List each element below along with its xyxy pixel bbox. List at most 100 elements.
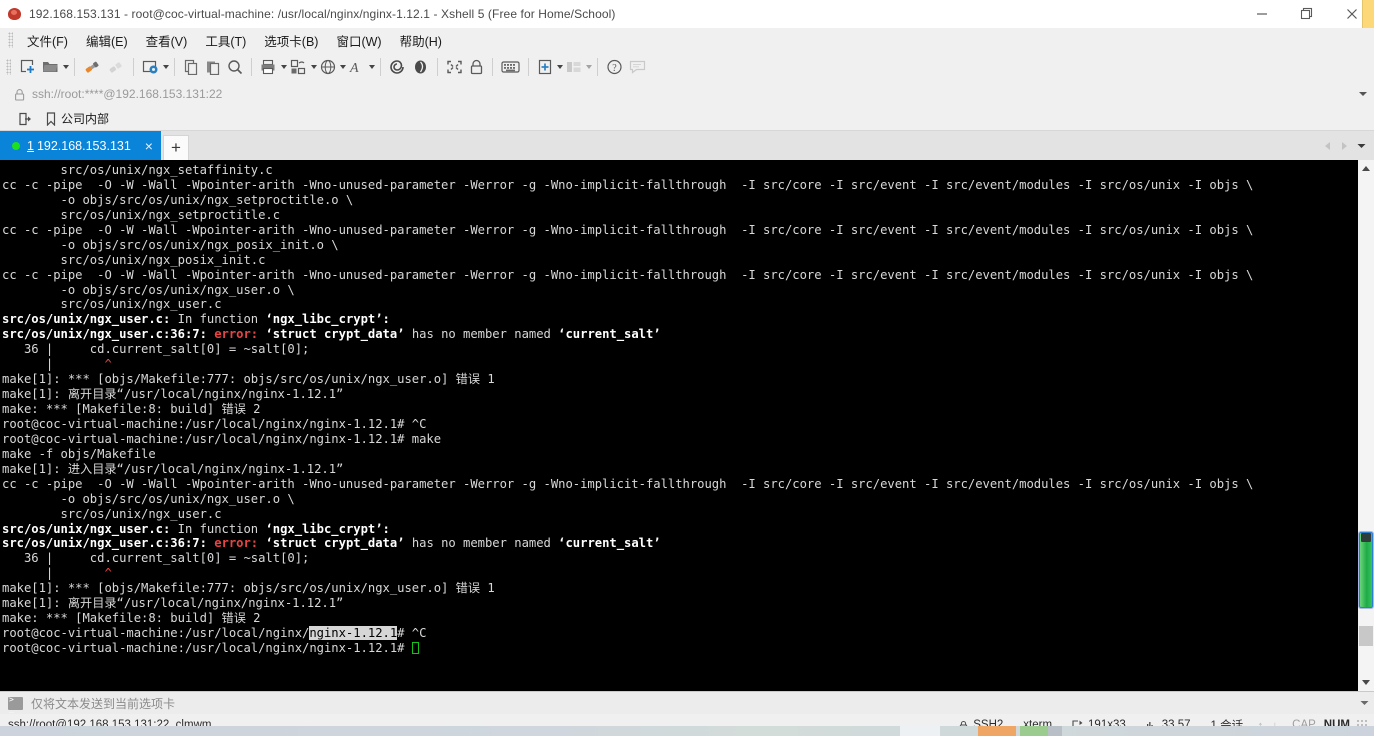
terminal-text: cc -c -pipe -O -W -Wall -Wpointer-arith … xyxy=(2,177,1254,192)
terminal-line: | ^ xyxy=(2,357,1357,372)
send-target-label[interactable]: 仅将文本发送到当前选项卡 xyxy=(31,695,175,712)
toolbar-drag-grip[interactable] xyxy=(6,58,11,75)
scrollbar-thumb[interactable] xyxy=(1359,532,1373,608)
address-value: ssh://root:****@192.168.153.131:22 xyxy=(32,87,223,101)
terminal-line: make[1]: 离开目录“/usr/local/nginx/nginx-1.1… xyxy=(2,596,1357,611)
toolbar-separator xyxy=(437,57,438,76)
terminal-text: src/os/unix/ngx_user.c: xyxy=(2,312,171,327)
scrollbar-marker xyxy=(1359,626,1373,646)
lock-icon xyxy=(14,88,25,101)
lock-icon[interactable] xyxy=(466,55,487,79)
arrange-icon xyxy=(563,55,585,79)
terminal-text: src/os/unix/ngx_user.c:36:7: xyxy=(2,536,215,551)
terminal-text: cc -c -pipe -O -W -Wall -Wpointer-arith … xyxy=(2,267,1254,282)
taskbar-item-orange xyxy=(978,726,1016,736)
log-icon[interactable] xyxy=(386,55,409,79)
menu-edit[interactable]: 编辑(E) xyxy=(77,28,137,53)
terminal-output[interactable]: src/os/unix/ngx_setaffinity.c cc -c -pipe… xyxy=(0,160,1357,691)
terminal-cursor xyxy=(411,642,420,654)
terminal-text: make -f objs/Makefile xyxy=(2,446,156,461)
font-dropdown-icon[interactable] xyxy=(368,55,375,79)
scrollbar-track[interactable] xyxy=(1358,177,1374,674)
terminal-text: make[1]: *** [objs/Makefile:777: objs/sr… xyxy=(2,372,495,387)
session-properties-dropdown-icon[interactable] xyxy=(162,55,169,79)
maximize-restore-button[interactable] xyxy=(1284,0,1329,28)
terminal-text: 36 | cd.current_salt[0] = ~salt[0]; xyxy=(2,551,310,566)
terminal-line: make[1]: 离开目录“/usr/local/nginx/nginx-1.1… xyxy=(2,387,1357,402)
menu-help[interactable]: 帮助(H) xyxy=(391,28,451,53)
add-layout-dropdown-icon[interactable] xyxy=(556,55,563,79)
menu-view[interactable]: 查看(V) xyxy=(137,28,197,53)
tab-close-icon[interactable]: × xyxy=(145,139,153,153)
toolbar-separator xyxy=(380,57,381,76)
globe-dropdown-icon[interactable] xyxy=(339,55,346,79)
terminal-text: -o objs/src/os/unix/ngx_setproctitle.o \ xyxy=(2,192,354,207)
next-tab-icon[interactable] xyxy=(1336,131,1353,160)
terminal-text: root@coc-virtual-machine:/usr/local/ngin… xyxy=(2,626,310,641)
title-bar: 192.168.153.131 - root@coc-virtual-machi… xyxy=(0,0,1374,28)
toolbar: A ? xyxy=(0,52,1374,81)
font-icon[interactable]: A xyxy=(346,55,368,79)
terminal-line: src/os/unix/ngx_setaffinity.c xyxy=(2,163,1357,178)
taskbar-item-green xyxy=(1020,726,1048,736)
fullscreen-icon[interactable] xyxy=(443,55,466,79)
terminal-text: src/os/unix/ngx_setaffinity.c xyxy=(2,163,273,177)
address-input[interactable]: ssh://root:****@192.168.153.131:22 xyxy=(8,84,1352,104)
menu-window[interactable]: 窗口(W) xyxy=(327,28,390,53)
print-icon[interactable] xyxy=(257,55,280,79)
terminal-line: make[1]: *** [objs/Makefile:777: objs/sr… xyxy=(2,581,1357,596)
terminal-line: src/os/unix/ngx_user.c: In function ‘ngx… xyxy=(2,522,1357,537)
paste-icon[interactable] xyxy=(202,55,224,79)
bookmark-item-company[interactable]: 公司内部 xyxy=(42,108,113,129)
globe-icon[interactable] xyxy=(317,55,339,79)
terminal-text: -o objs/src/os/unix/ngx_user.o \ xyxy=(2,491,295,506)
connect-icon[interactable] xyxy=(80,55,104,79)
compose-icon[interactable] xyxy=(409,55,432,79)
terminal-text: cc -c -pipe -O -W -Wall -Wpointer-arith … xyxy=(2,222,1254,237)
menu-drag-grip[interactable] xyxy=(8,32,13,48)
find-icon[interactable] xyxy=(224,55,246,79)
terminal-line: make[1]: 进入目录“/usr/local/nginx/nginx-1.1… xyxy=(2,462,1357,477)
open-folder-dropdown-icon[interactable] xyxy=(62,55,69,79)
terminal-line: -o objs/src/os/unix/ngx_user.o \ xyxy=(2,283,1357,298)
menu-tab[interactable]: 选项卡(B) xyxy=(255,28,327,53)
new-tab-button[interactable]: + xyxy=(162,135,189,160)
terminal-line: cc -c -pipe -O -W -Wall -Wpointer-arith … xyxy=(2,223,1357,238)
bookmark-label: 公司内部 xyxy=(61,112,110,126)
terminal-line: cc -c -pipe -O -W -Wall -Wpointer-arith … xyxy=(2,178,1357,193)
windows-taskbar xyxy=(0,726,1374,736)
terminal-scrollbar[interactable] xyxy=(1357,160,1374,691)
help-icon[interactable]: ? xyxy=(603,55,626,79)
keyboard-icon[interactable] xyxy=(498,55,523,79)
print-dropdown-icon[interactable] xyxy=(280,55,287,79)
tab-nav-controls xyxy=(1319,131,1374,160)
add-layout-icon[interactable] xyxy=(534,55,556,79)
prev-tab-icon[interactable] xyxy=(1319,131,1336,160)
export-icon[interactable] xyxy=(14,110,36,128)
menu-bar: 文件(F) 编辑(E) 查看(V) 工具(T) 选项卡(B) 窗口(W) 帮助(… xyxy=(0,28,1374,52)
send-target-dropdown-icon[interactable] xyxy=(1354,700,1374,706)
scroll-up-button[interactable] xyxy=(1358,160,1374,177)
menu-tools[interactable]: 工具(T) xyxy=(196,28,255,53)
new-session-icon[interactable] xyxy=(16,55,39,79)
tab-label: 192.168.153.131 xyxy=(36,138,131,153)
minimize-button[interactable] xyxy=(1239,0,1284,28)
terminal-text: | xyxy=(2,357,105,372)
menu-file[interactable]: 文件(F) xyxy=(18,28,77,53)
terminal-text: ‘struct crypt_data’ xyxy=(265,327,405,342)
terminal-text: make[1]: *** [objs/Makefile:777: objs/sr… xyxy=(2,581,495,596)
terminal-text: -o objs/src/os/unix/ngx_user.o \ xyxy=(2,282,295,297)
terminal-line: src/os/unix/ngx_posix_init.c xyxy=(2,253,1357,268)
tab-list-icon[interactable] xyxy=(1353,131,1370,160)
tab-192-168-153-131[interactable]: 1 192.168.153.131 × xyxy=(0,131,161,160)
terminal-line: cc -c -pipe -O -W -Wall -Wpointer-arith … xyxy=(2,477,1357,492)
open-folder-icon[interactable] xyxy=(39,55,62,79)
transfer-dropdown-icon[interactable] xyxy=(310,55,317,79)
address-dropdown-icon[interactable] xyxy=(1352,84,1374,104)
terminal-text: root@coc-virtual-machine:/usr/local/ngin… xyxy=(2,431,442,446)
copy-icon[interactable] xyxy=(180,55,202,79)
transfer-icon[interactable] xyxy=(287,55,310,79)
terminal-line: src/os/unix/ngx_user.c: In function ‘ngx… xyxy=(2,312,1357,327)
scroll-down-button[interactable] xyxy=(1358,674,1374,691)
session-properties-icon[interactable] xyxy=(139,55,162,79)
